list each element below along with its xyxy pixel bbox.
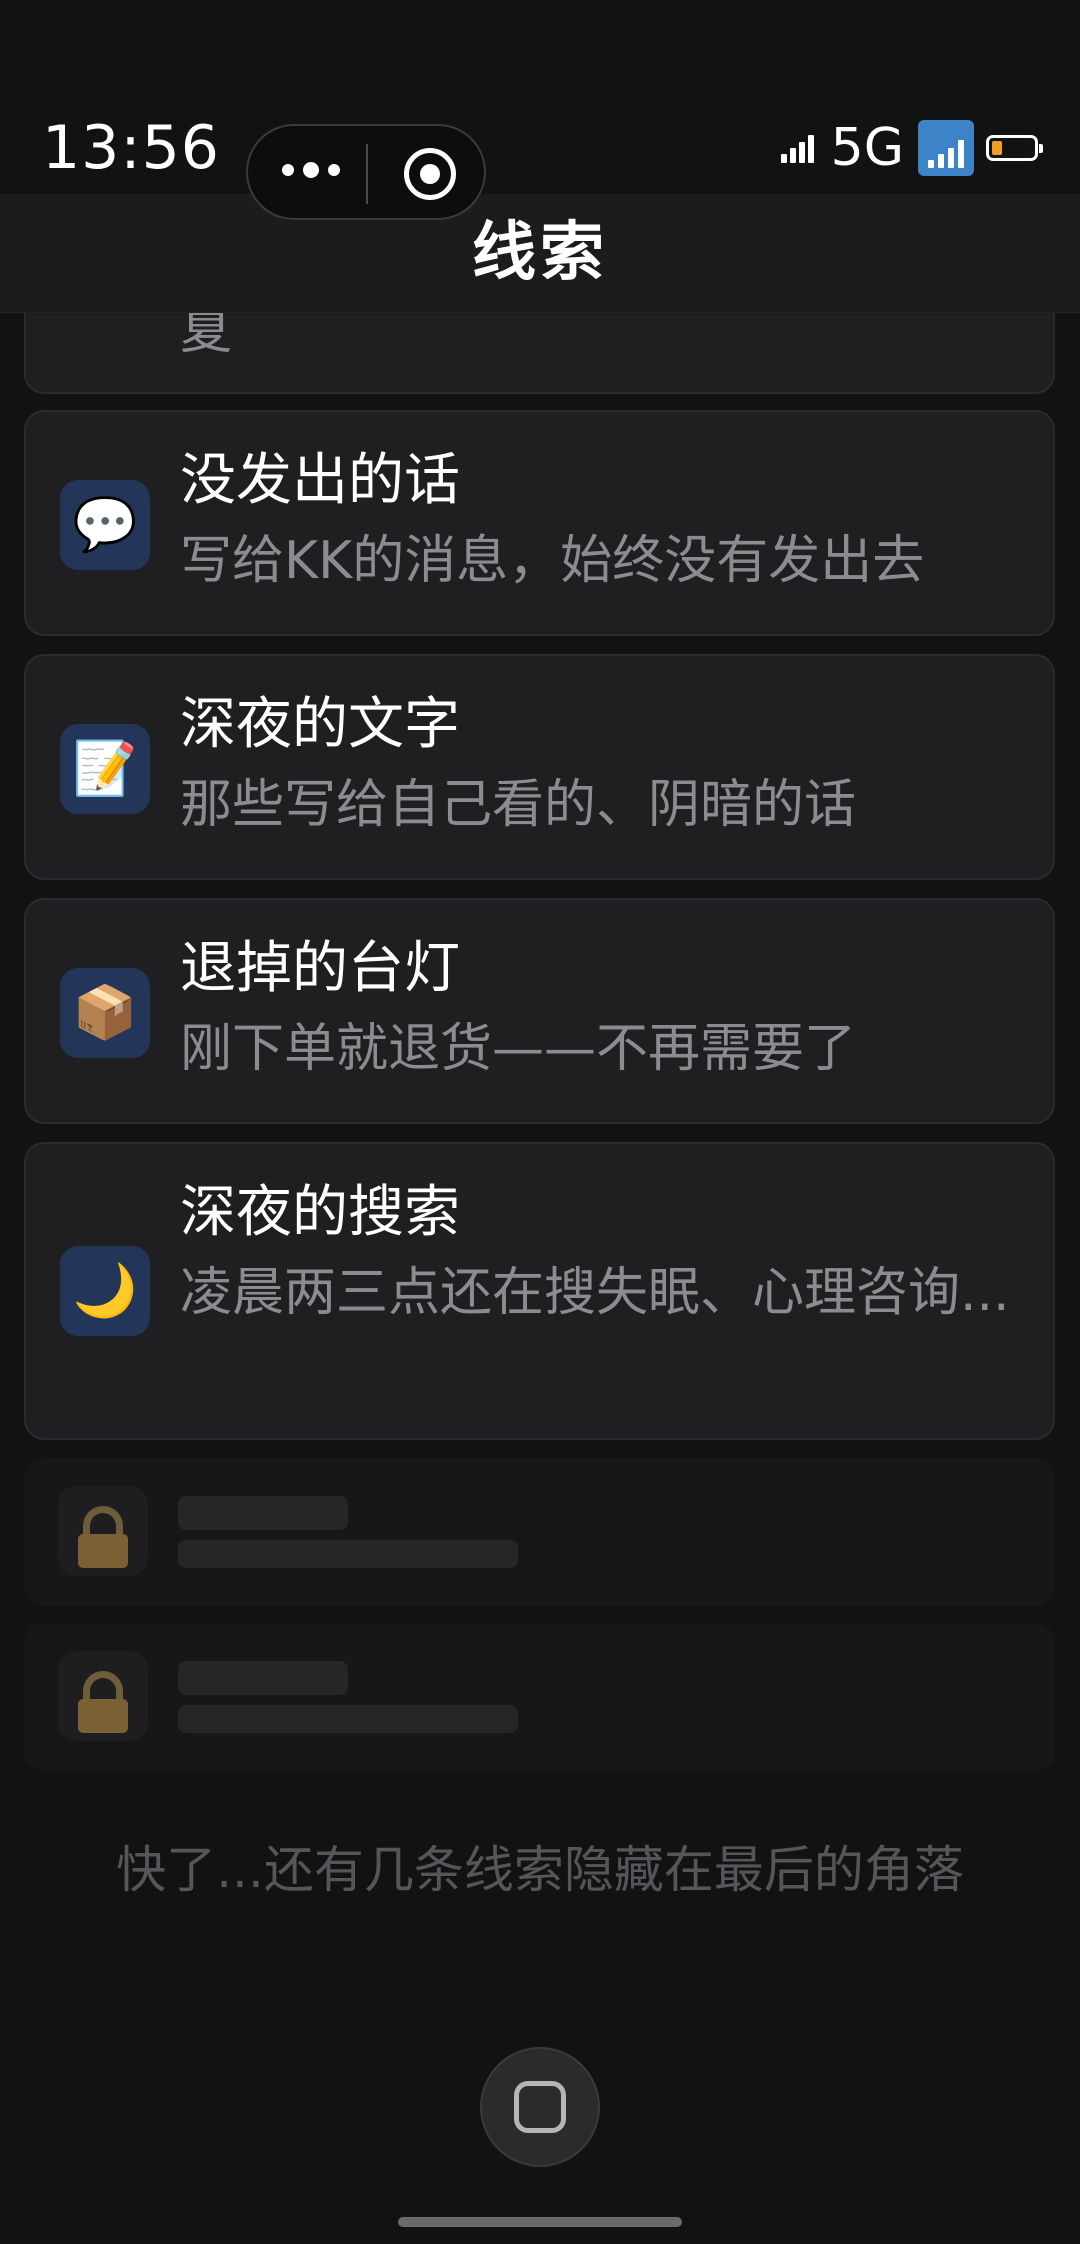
- clue-title: 深夜的搜索: [180, 1180, 460, 1245]
- crescent-moon-icon: 🌙: [60, 1246, 150, 1336]
- clue-title: 深夜的文字: [180, 692, 460, 757]
- locked-clue-card: [24, 1458, 1055, 1606]
- clue-card[interactable]: 📦 退掉的台灯 刚下单就退货——不再需要了: [24, 898, 1055, 1124]
- speech-bubble-icon: 💬: [60, 480, 150, 570]
- clue-desc: 那些写给自己看的、阴暗的话: [180, 775, 857, 835]
- locked-clue-card: [24, 1623, 1055, 1771]
- more-dots-icon[interactable]: [282, 162, 349, 178]
- capsule-menu: [246, 124, 486, 220]
- capsule-divider: [366, 144, 368, 204]
- status-time: 13:56: [42, 113, 220, 183]
- clue-card[interactable]: 💬 没发出的话 写给KK的消息，始终没有发出去: [24, 410, 1055, 636]
- clue-desc: 凌晨两三点还在搜失眠、心理咨询...: [180, 1263, 1010, 1323]
- clue-title: 没发出的话: [180, 448, 460, 513]
- battery-icon: [986, 135, 1043, 161]
- home-indicator[interactable]: [398, 2217, 682, 2227]
- lock-icon: [58, 1486, 148, 1576]
- clue-card[interactable]: 📝 深夜的文字 那些写给自己看的、阴暗的话: [24, 654, 1055, 880]
- page-title: 线索: [472, 216, 608, 290]
- square-icon: [514, 2081, 566, 2133]
- clues-screen: 夏 线索 13:56 5G 💬 没发出的话 写给KK的消息，始终没有发出去 📝 …: [0, 0, 1080, 2244]
- home-button[interactable]: [480, 2047, 600, 2167]
- skeleton-title: [178, 1661, 348, 1695]
- memo-icon: 📝: [60, 724, 150, 814]
- lock-icon: [58, 1651, 148, 1741]
- clue-card[interactable]: 🌙 深夜的搜索 凌晨两三点还在搜失眠、心理咨询...: [24, 1142, 1055, 1440]
- nav-header: 线索: [0, 194, 1080, 313]
- skeleton-title: [178, 1496, 348, 1530]
- status-icons: 5G: [780, 118, 1043, 178]
- cellular-signal-icon: [780, 133, 817, 163]
- clue-desc: 刚下单就退货——不再需要了: [180, 1019, 857, 1079]
- battery-level: [992, 141, 1002, 155]
- target-circle-icon[interactable]: [404, 148, 456, 200]
- package-icon: 📦: [60, 968, 150, 1058]
- clue-desc: 写给KK的消息，始终没有发出去: [180, 531, 925, 591]
- wifi-signal-icon: [918, 120, 974, 176]
- clue-title: 退掉的台灯: [180, 936, 460, 1001]
- skeleton-desc: [178, 1705, 518, 1733]
- skeleton-desc: [178, 1540, 518, 1568]
- network-type: 5G: [830, 118, 904, 178]
- footer-hint: 快了...还有几条线索隐藏在最后的角落: [116, 1841, 964, 1899]
